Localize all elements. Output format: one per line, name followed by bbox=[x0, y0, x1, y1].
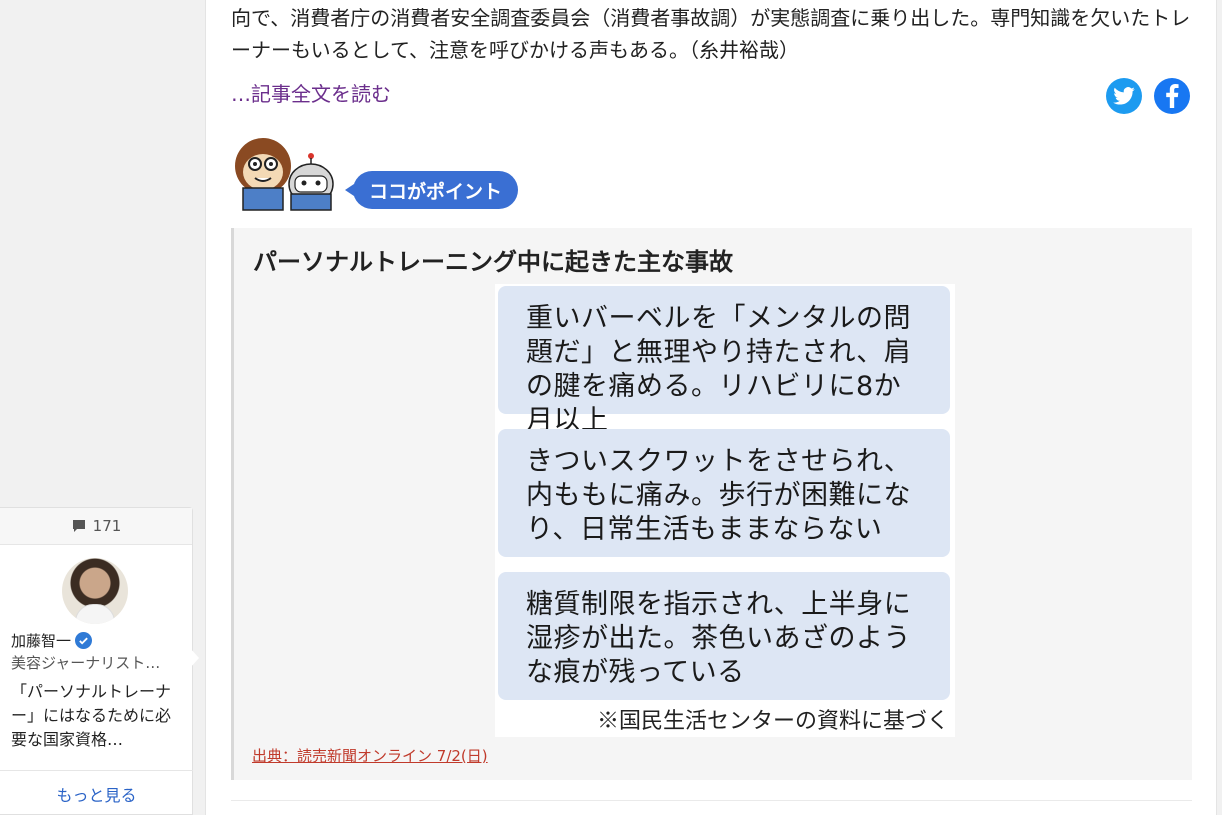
avatar[interactable] bbox=[62, 558, 128, 624]
source-link[interactable]: 出典：読売新聞オンライン 7/2(日) bbox=[252, 745, 488, 766]
author-name[interactable]: 加藤智一 bbox=[11, 630, 93, 651]
mascot-characters-icon bbox=[235, 138, 334, 211]
figure-item: きついスクワットをさせられ、内ももに痛み。歩行が困難になり、日常生活もままならな… bbox=[498, 429, 950, 557]
left-sidebar: 171 加藤智一 美容ジャーナリスト… 「パーソナルトレーナー」にはなるために必… bbox=[0, 0, 205, 815]
twitter-icon bbox=[1113, 87, 1135, 105]
comment-count-value: 171 bbox=[92, 517, 122, 535]
card-pointer bbox=[190, 648, 199, 668]
point-title: パーソナルトレーニング中に起きた主な事故 bbox=[253, 248, 733, 276]
point-box: パーソナルトレーニング中に起きた主な事故 重いバーベルを「メンタルの問題だ」と無… bbox=[231, 228, 1192, 780]
comment-icon bbox=[72, 520, 85, 532]
figure-item: 糖質制限を指示され、上半身に湿疹が出た。茶色いあざのような痕が残っている bbox=[498, 572, 950, 700]
figure-item: 重いバーベルを「メンタルの問題だ」と無理やり持たされ、肩の腱を痛める。リハビリに… bbox=[498, 286, 950, 436]
facebook-share-button[interactable] bbox=[1154, 78, 1190, 114]
article-text: 向で、消費者庁の消費者安全調査委員会（消費者事故調）が実態調査に乗り出した。専門… bbox=[231, 6, 1191, 62]
main-content: 向で、消費者庁の消費者安全調査委員会（消費者事故調）が実態調査に乗り出した。専門… bbox=[205, 0, 1217, 815]
twitter-share-button[interactable] bbox=[1106, 78, 1142, 114]
read-more-link[interactable]: …記事全文を読む bbox=[231, 78, 391, 107]
point-badge: ココがポイント bbox=[344, 171, 519, 209]
facebook-icon bbox=[1166, 84, 1179, 108]
comment-text[interactable]: 「パーソナルトレーナー」にはなるために必要な国家資格… bbox=[11, 680, 176, 752]
point-header: ココがポイント bbox=[231, 136, 631, 216]
verified-icon bbox=[75, 632, 93, 649]
accident-figure: 重いバーベルを「メンタルの問題だ」と無理やり持たされ、肩の腱を痛める。リハビリに… bbox=[495, 284, 955, 737]
more-comments-link[interactable]: もっと見る bbox=[0, 770, 193, 815]
figure-note: ※国民生活センターの資料に基づく bbox=[596, 709, 949, 734]
author-title: 美容ジャーナリスト… bbox=[11, 654, 161, 672]
author-name-text: 加藤智一 bbox=[11, 632, 72, 650]
next-section-edge bbox=[231, 800, 1192, 815]
comment-card: 171 加藤智一 美容ジャーナリスト… 「パーソナルトレーナー」にはなるために必… bbox=[0, 507, 193, 815]
comment-count[interactable]: 171 bbox=[0, 508, 192, 545]
